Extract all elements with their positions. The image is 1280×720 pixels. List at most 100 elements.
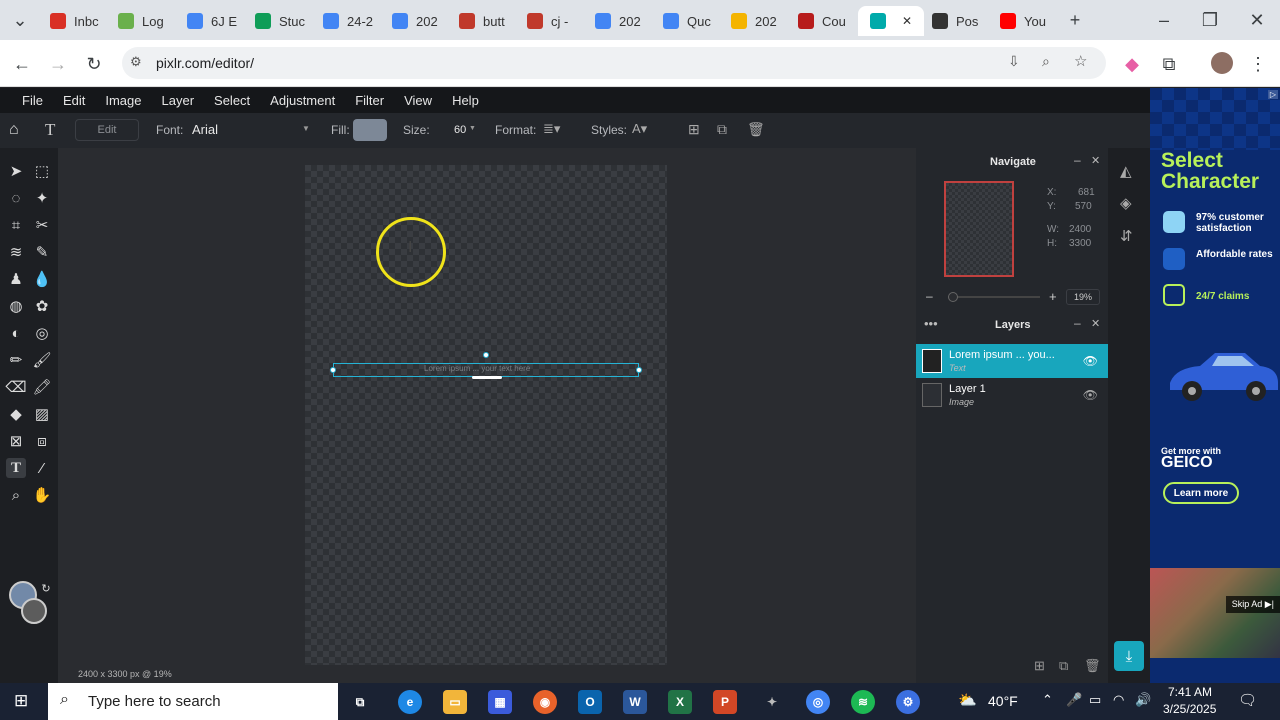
ad-choices-icon[interactable]: ▷	[1267, 90, 1278, 99]
zoom-slider-knob[interactable]	[948, 292, 958, 302]
zoom-out-icon[interactable]: –	[926, 289, 933, 303]
liquify-tool-icon[interactable]: ≋	[6, 242, 26, 262]
tab-search-icon[interactable]: ⌄	[8, 8, 32, 32]
outlook-icon[interactable]: O	[578, 690, 602, 714]
taskbar-search[interactable]: ⌕ Type here to search	[48, 683, 338, 720]
profile-avatar[interactable]	[1211, 52, 1233, 74]
browser-tab[interactable]: Stuc	[255, 6, 305, 36]
rotate-handle[interactable]	[483, 352, 489, 358]
menu-view[interactable]: View	[394, 93, 442, 108]
learn-more-button[interactable]: Learn more	[1163, 482, 1239, 504]
menu-filter[interactable]: Filter	[345, 93, 394, 108]
ad-video[interactable]: Skip Ad ▶|	[1150, 568, 1280, 658]
navigator-thumbnail[interactable]	[944, 181, 1014, 277]
menu-help[interactable]: Help	[442, 93, 489, 108]
edit-button[interactable]: Edit	[75, 119, 139, 141]
sponge-tool-icon[interactable]: ◍	[6, 296, 26, 316]
zoom-value[interactable]: 19%	[1066, 289, 1100, 305]
chrome-icon[interactable]: ◎	[806, 690, 830, 714]
fill-tool-icon[interactable]: ◆	[6, 404, 26, 424]
new-tab-icon[interactable]: +	[1063, 8, 1087, 32]
layers-collapse-icon[interactable]: –	[1074, 316, 1081, 330]
color-replace-tool-icon[interactable]: 🖍	[32, 377, 52, 397]
weather-temp[interactable]: 40°F	[988, 693, 1018, 709]
notifications-icon[interactable]: 🗨	[1238, 691, 1257, 709]
close-window-icon[interactable]: ✕	[1245, 8, 1269, 32]
close-tab-icon[interactable]: ✕	[902, 14, 912, 28]
hand-tool-icon[interactable]: ✋	[32, 485, 52, 505]
site-info-icon[interactable]: ⚙	[130, 54, 142, 70]
url-field[interactable]: ⚙ pixlr.com/editor/ ⇩ ⌕ ☆	[122, 47, 1106, 79]
extensions-puzzle-icon[interactable]: ⧉	[1157, 52, 1181, 76]
bookmark-star-icon[interactable]: ☆	[1074, 52, 1087, 70]
format-align-icon[interactable]: ≣▾	[543, 121, 560, 137]
app-icon[interactable]: ⚙	[896, 690, 920, 714]
crop-tool-icon[interactable]: ⌗	[6, 215, 26, 235]
skip-ad-button[interactable]: Skip Ad ▶|	[1225, 596, 1280, 613]
marquee-tool-icon[interactable]: ⬚	[32, 161, 52, 181]
visibility-eye-icon[interactable]: 👁	[1083, 388, 1098, 402]
layers-toggle-icon[interactable]: ◈	[1120, 194, 1132, 212]
layer-row[interactable]: Layer 1 Image 👁	[916, 378, 1108, 412]
menu-select[interactable]: Select	[204, 93, 260, 108]
delete-icon[interactable]: 🗑	[747, 121, 765, 138]
edge-icon[interactable]: e	[398, 690, 422, 714]
ad-panel[interactable]: ▷ Select Character 97% customer satisfac…	[1150, 88, 1280, 683]
clock-time[interactable]: 7:41 AM	[1168, 685, 1212, 699]
windows-start-icon[interactable]: ⊞	[14, 691, 28, 711]
restore-icon[interactable]: ❐	[1198, 8, 1222, 32]
home-icon[interactable]: ⌂	[9, 121, 19, 139]
install-app-icon[interactable]: ⇩	[1008, 53, 1020, 70]
browser-tab[interactable]: 202	[595, 6, 641, 36]
move-handle[interactable]	[472, 376, 502, 379]
menu-adjustment[interactable]: Adjustment	[260, 93, 345, 108]
blur-tool-icon[interactable]: 💧	[32, 269, 52, 289]
powerpoint-icon[interactable]: P	[713, 690, 737, 714]
zoom-in-icon[interactable]: +	[1049, 289, 1057, 304]
duplicate-icon[interactable]: ⧉	[717, 121, 727, 138]
save-download-icon[interactable]: ⤓	[1114, 641, 1144, 671]
back-icon[interactable]: ←	[10, 52, 34, 76]
clone-tool-icon[interactable]: ♟	[6, 269, 26, 289]
menu-layer[interactable]: Layer	[152, 93, 205, 108]
browser-tab[interactable]: Inbc	[50, 6, 99, 36]
browser-tab[interactable]: Pos	[932, 6, 978, 36]
browser-tab[interactable]: You	[1000, 6, 1046, 36]
layer-row[interactable]: Lorem ipsum ... you... Text 👁	[916, 344, 1108, 378]
browser-tab[interactable]: 202	[731, 6, 777, 36]
browser-menu-icon[interactable]: ⋮	[1246, 52, 1270, 76]
heal-tool-icon[interactable]: ✎	[32, 242, 52, 262]
app-icon[interactable]: ✦	[760, 690, 784, 714]
arrange-tool-icon[interactable]: ➤	[6, 161, 26, 181]
lasso-tool-icon[interactable]: ◌	[6, 188, 26, 208]
navigate-collapse-icon[interactable]: –	[1074, 153, 1081, 167]
battery-icon[interactable]: ▭	[1089, 692, 1101, 708]
menu-file[interactable]: File	[0, 93, 53, 108]
document-canvas[interactable]: Lorem ipsum ... your text here	[305, 165, 667, 665]
gradient-tool-icon[interactable]: ▨	[32, 404, 52, 424]
menu-edit[interactable]: Edit	[53, 93, 95, 108]
eraser-tool-icon[interactable]: ⌫	[5, 377, 26, 397]
delete-layer-icon[interactable]: 🗑	[1084, 658, 1101, 674]
dodge-tool-icon[interactable]: ◐	[6, 323, 26, 343]
word-icon[interactable]: W	[623, 690, 647, 714]
microphone-icon[interactable]: 🎤	[1066, 692, 1082, 708]
cutout-tool-icon[interactable]: ✂	[32, 215, 52, 235]
zoom-icon[interactable]: ⌕	[1042, 53, 1050, 70]
clock-date[interactable]: 3/25/2025	[1163, 702, 1216, 716]
reload-icon[interactable]: ↻	[82, 52, 106, 76]
pattern-tool-icon[interactable]: ✿	[32, 296, 52, 316]
stamp-tool-icon[interactable]: ⧈	[32, 431, 52, 451]
resize-handle-left[interactable]	[330, 367, 336, 373]
zoom-slider[interactable]	[948, 292, 1040, 302]
fill-color-swatch[interactable]	[353, 119, 387, 141]
duplicate-layer-icon[interactable]: ⧉	[1059, 658, 1068, 674]
file-explorer-icon[interactable]: ▭	[443, 690, 467, 714]
browser-tab[interactable]: Cou	[798, 6, 846, 36]
type-tool-icon[interactable]: T	[6, 458, 26, 478]
styles-icon[interactable]: A▾	[632, 121, 647, 137]
browser-tab[interactable]: 202	[392, 6, 438, 36]
brush-tool-icon[interactable]: 🖌	[32, 350, 52, 370]
eyedropper-tool-icon[interactable]: ⁄	[32, 458, 52, 478]
background-color[interactable]	[21, 598, 47, 624]
